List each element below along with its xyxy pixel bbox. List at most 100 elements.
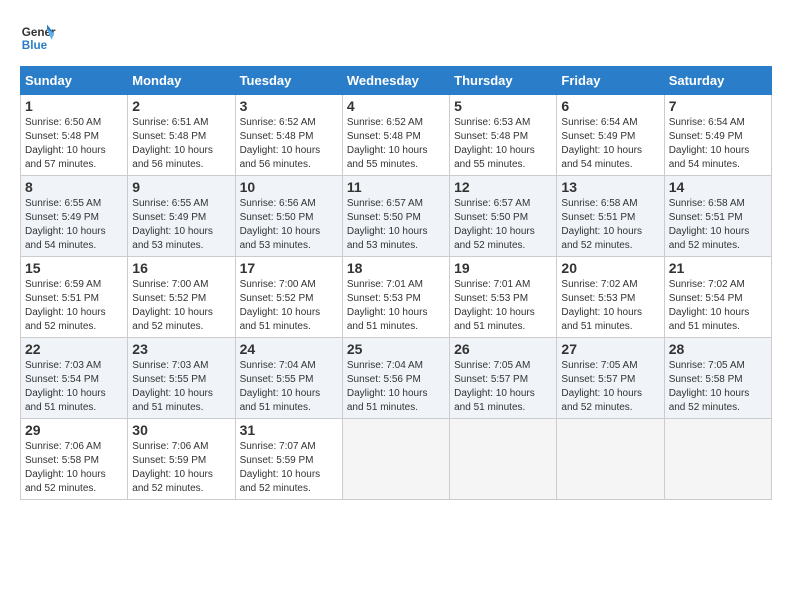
day-number: 8 — [25, 179, 123, 195]
svg-text:Blue: Blue — [22, 39, 48, 52]
day-number: 22 — [25, 341, 123, 357]
day-number: 12 — [454, 179, 552, 195]
day-cell: 18 Sunrise: 7:01 AM Sunset: 5:53 PM Dayli… — [342, 257, 449, 338]
day-number: 3 — [240, 98, 338, 114]
day-cell: 29 Sunrise: 7:06 AM Sunset: 5:58 PM Dayli… — [21, 419, 128, 500]
day-number: 23 — [132, 341, 230, 357]
day-info: Sunrise: 7:02 AM Sunset: 5:54 PM Dayligh… — [669, 278, 767, 334]
day-cell: 3Sunrise: 6:52 AM Sunset: 5:48 PM Daylig… — [235, 95, 342, 176]
day-info: Sunrise: 6:52 AM Sunset: 5:48 PM Dayligh… — [347, 116, 445, 172]
day-number: 20 — [561, 260, 659, 276]
day-cell: 20 Sunrise: 7:02 AM Sunset: 5:53 PM Dayli… — [557, 257, 664, 338]
day-cell — [342, 419, 449, 500]
day-cell: 27 Sunrise: 7:05 AM Sunset: 5:57 PM Dayli… — [557, 338, 664, 419]
day-info: Sunrise: 7:02 AM Sunset: 5:53 PM Dayligh… — [561, 278, 659, 334]
day-number: 21 — [669, 260, 767, 276]
day-info: Sunrise: 7:03 AM Sunset: 5:54 PM Dayligh… — [25, 359, 123, 415]
day-cell: 6 Sunrise: 6:54 AM Sunset: 5:49 PM Daylig… — [557, 95, 664, 176]
day-info: Sunrise: 7:07 AM Sunset: 5:59 PM Dayligh… — [240, 440, 338, 496]
day-info: Sunrise: 6:59 AM Sunset: 5:51 PM Dayligh… — [25, 278, 123, 334]
day-cell: 11 Sunrise: 6:57 AM Sunset: 5:50 PM Dayli… — [342, 176, 449, 257]
logo: General Blue — [20, 20, 56, 56]
day-number: 1 — [25, 98, 123, 114]
day-cell: 26 Sunrise: 7:05 AM Sunset: 5:57 PM Dayli… — [450, 338, 557, 419]
day-info: Sunrise: 6:55 AM Sunset: 5:49 PM Dayligh… — [25, 197, 123, 253]
day-info: Sunrise: 6:50 AM Sunset: 5:48 PM Dayligh… — [25, 116, 123, 172]
week-row-3: 15Sunrise: 6:59 AM Sunset: 5:51 PM Dayli… — [21, 257, 772, 338]
day-info: Sunrise: 6:55 AM Sunset: 5:49 PM Dayligh… — [132, 197, 230, 253]
day-cell: 30 Sunrise: 7:06 AM Sunset: 5:59 PM Dayli… — [128, 419, 235, 500]
day-cell: 7 Sunrise: 6:54 AM Sunset: 5:49 PM Daylig… — [664, 95, 771, 176]
day-cell: 17 Sunrise: 7:00 AM Sunset: 5:52 PM Dayli… — [235, 257, 342, 338]
day-cell: 16 Sunrise: 7:00 AM Sunset: 5:52 PM Dayli… — [128, 257, 235, 338]
day-cell: 22 Sunrise: 7:03 AM Sunset: 5:54 PM Dayli… — [21, 338, 128, 419]
day-number: 31 — [240, 422, 338, 438]
column-header-saturday: Saturday — [664, 67, 771, 95]
day-info: Sunrise: 7:06 AM Sunset: 5:58 PM Dayligh… — [25, 440, 123, 496]
day-info: Sunrise: 7:00 AM Sunset: 5:52 PM Dayligh… — [132, 278, 230, 334]
day-number: 10 — [240, 179, 338, 195]
day-info: Sunrise: 7:05 AM Sunset: 5:58 PM Dayligh… — [669, 359, 767, 415]
day-number: 19 — [454, 260, 552, 276]
day-cell: 25 Sunrise: 7:04 AM Sunset: 5:56 PM Dayli… — [342, 338, 449, 419]
day-number: 11 — [347, 179, 445, 195]
day-number: 2 — [132, 98, 230, 114]
day-number: 17 — [240, 260, 338, 276]
day-number: 16 — [132, 260, 230, 276]
day-info: Sunrise: 7:04 AM Sunset: 5:55 PM Dayligh… — [240, 359, 338, 415]
day-info: Sunrise: 7:01 AM Sunset: 5:53 PM Dayligh… — [347, 278, 445, 334]
header: General Blue — [20, 20, 772, 56]
day-info: Sunrise: 6:57 AM Sunset: 5:50 PM Dayligh… — [347, 197, 445, 253]
day-number: 30 — [132, 422, 230, 438]
day-number: 24 — [240, 341, 338, 357]
day-cell — [450, 419, 557, 500]
day-cell: 1 Sunrise: 6:50 AM Sunset: 5:48 PM Daylig… — [21, 95, 128, 176]
day-info: Sunrise: 7:03 AM Sunset: 5:55 PM Dayligh… — [132, 359, 230, 415]
day-info: Sunrise: 6:57 AM Sunset: 5:50 PM Dayligh… — [454, 197, 552, 253]
day-cell: 8 Sunrise: 6:55 AM Sunset: 5:49 PM Daylig… — [21, 176, 128, 257]
day-info: Sunrise: 7:00 AM Sunset: 5:52 PM Dayligh… — [240, 278, 338, 334]
day-cell: 12 Sunrise: 6:57 AM Sunset: 5:50 PM Dayli… — [450, 176, 557, 257]
day-info: Sunrise: 6:58 AM Sunset: 5:51 PM Dayligh… — [669, 197, 767, 253]
day-number: 6 — [561, 98, 659, 114]
day-info: Sunrise: 6:51 AM Sunset: 5:48 PM Dayligh… — [132, 116, 230, 172]
day-cell: 9 Sunrise: 6:55 AM Sunset: 5:49 PM Daylig… — [128, 176, 235, 257]
day-number: 18 — [347, 260, 445, 276]
day-info: Sunrise: 7:05 AM Sunset: 5:57 PM Dayligh… — [454, 359, 552, 415]
day-info: Sunrise: 7:05 AM Sunset: 5:57 PM Dayligh… — [561, 359, 659, 415]
day-number: 29 — [25, 422, 123, 438]
day-info: Sunrise: 7:01 AM Sunset: 5:53 PM Dayligh… — [454, 278, 552, 334]
day-info: Sunrise: 6:54 AM Sunset: 5:49 PM Dayligh… — [669, 116, 767, 172]
column-header-monday: Monday — [128, 67, 235, 95]
week-row-2: 8 Sunrise: 6:55 AM Sunset: 5:49 PM Daylig… — [21, 176, 772, 257]
calendar-table: SundayMondayTuesdayWednesdayThursdayFrid… — [20, 66, 772, 500]
column-header-friday: Friday — [557, 67, 664, 95]
day-info: Sunrise: 7:06 AM Sunset: 5:59 PM Dayligh… — [132, 440, 230, 496]
column-header-thursday: Thursday — [450, 67, 557, 95]
day-cell: 5 Sunrise: 6:53 AM Sunset: 5:48 PM Daylig… — [450, 95, 557, 176]
day-number: 13 — [561, 179, 659, 195]
week-row-4: 22 Sunrise: 7:03 AM Sunset: 5:54 PM Dayli… — [21, 338, 772, 419]
day-cell — [557, 419, 664, 500]
day-cell: 24 Sunrise: 7:04 AM Sunset: 5:55 PM Dayli… — [235, 338, 342, 419]
day-cell: 21 Sunrise: 7:02 AM Sunset: 5:54 PM Dayli… — [664, 257, 771, 338]
day-info: Sunrise: 6:54 AM Sunset: 5:49 PM Dayligh… — [561, 116, 659, 172]
day-cell: 14Sunrise: 6:58 AM Sunset: 5:51 PM Dayli… — [664, 176, 771, 257]
column-header-tuesday: Tuesday — [235, 67, 342, 95]
column-header-wednesday: Wednesday — [342, 67, 449, 95]
day-number: 27 — [561, 341, 659, 357]
day-number: 7 — [669, 98, 767, 114]
week-row-5: 29 Sunrise: 7:06 AM Sunset: 5:58 PM Dayli… — [21, 419, 772, 500]
day-info: Sunrise: 7:04 AM Sunset: 5:56 PM Dayligh… — [347, 359, 445, 415]
day-number: 26 — [454, 341, 552, 357]
day-cell: 4Sunrise: 6:52 AM Sunset: 5:48 PM Daylig… — [342, 95, 449, 176]
day-cell: 28 Sunrise: 7:05 AM Sunset: 5:58 PM Dayli… — [664, 338, 771, 419]
day-info: Sunrise: 6:53 AM Sunset: 5:48 PM Dayligh… — [454, 116, 552, 172]
day-number: 5 — [454, 98, 552, 114]
day-info: Sunrise: 6:58 AM Sunset: 5:51 PM Dayligh… — [561, 197, 659, 253]
day-number: 25 — [347, 341, 445, 357]
day-cell: 19 Sunrise: 7:01 AM Sunset: 5:53 PM Dayli… — [450, 257, 557, 338]
day-cell: 2 Sunrise: 6:51 AM Sunset: 5:48 PM Daylig… — [128, 95, 235, 176]
day-number: 28 — [669, 341, 767, 357]
day-number: 9 — [132, 179, 230, 195]
